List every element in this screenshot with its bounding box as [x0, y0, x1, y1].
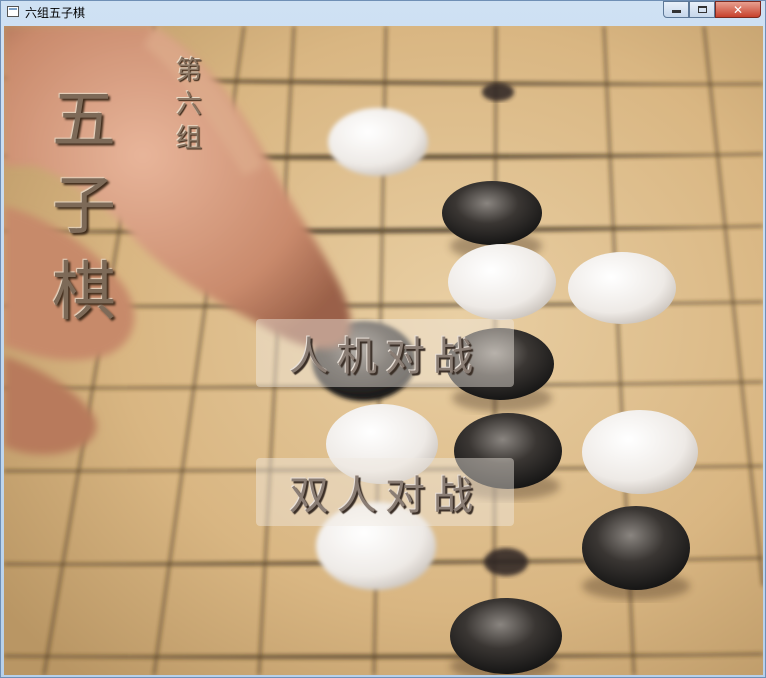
white-stone [328, 108, 428, 176]
vs-computer-label: 人机对战 [289, 334, 481, 380]
maximize-button[interactable] [689, 1, 715, 18]
caption-buttons: ✕ [663, 1, 761, 18]
game-title-char: 子 [52, 170, 116, 244]
star-point [484, 548, 528, 576]
star-point [482, 83, 514, 101]
title-bar[interactable]: 六组五子棋 ✕ [1, 1, 765, 25]
app-window: 六组五子棋 ✕ 五 子 棋 第 六 组 人机对战 双人对战 [0, 0, 766, 678]
black-stone [442, 181, 542, 245]
two-player-button[interactable]: 双人对战 [256, 458, 514, 526]
game-menu-screen: 五 子 棋 第 六 组 人机对战 双人对战 [4, 26, 763, 675]
app-window-icon [7, 6, 19, 17]
two-player-label: 双人对战 [289, 473, 481, 519]
group-label: 第 六 组 [176, 54, 202, 156]
white-stone [448, 244, 556, 320]
white-stone [582, 410, 698, 494]
close-button[interactable]: ✕ [715, 1, 761, 18]
maximize-icon [697, 6, 707, 13]
game-title: 五 子 棋 [52, 78, 116, 336]
vs-computer-button[interactable]: 人机对战 [256, 319, 514, 387]
group-label-char: 六 [176, 90, 203, 120]
minimize-button[interactable] [663, 1, 689, 18]
window-title: 六组五子棋 [25, 6, 86, 20]
group-label-char: 第 [176, 56, 203, 86]
group-label-char: 组 [176, 124, 203, 154]
black-stone [450, 598, 562, 674]
game-title-char: 五 [52, 84, 116, 158]
game-title-char: 棋 [52, 256, 116, 330]
black-stone [582, 506, 690, 590]
white-stone [568, 252, 676, 324]
minimize-icon [671, 10, 681, 13]
close-icon: ✕ [732, 2, 744, 17]
